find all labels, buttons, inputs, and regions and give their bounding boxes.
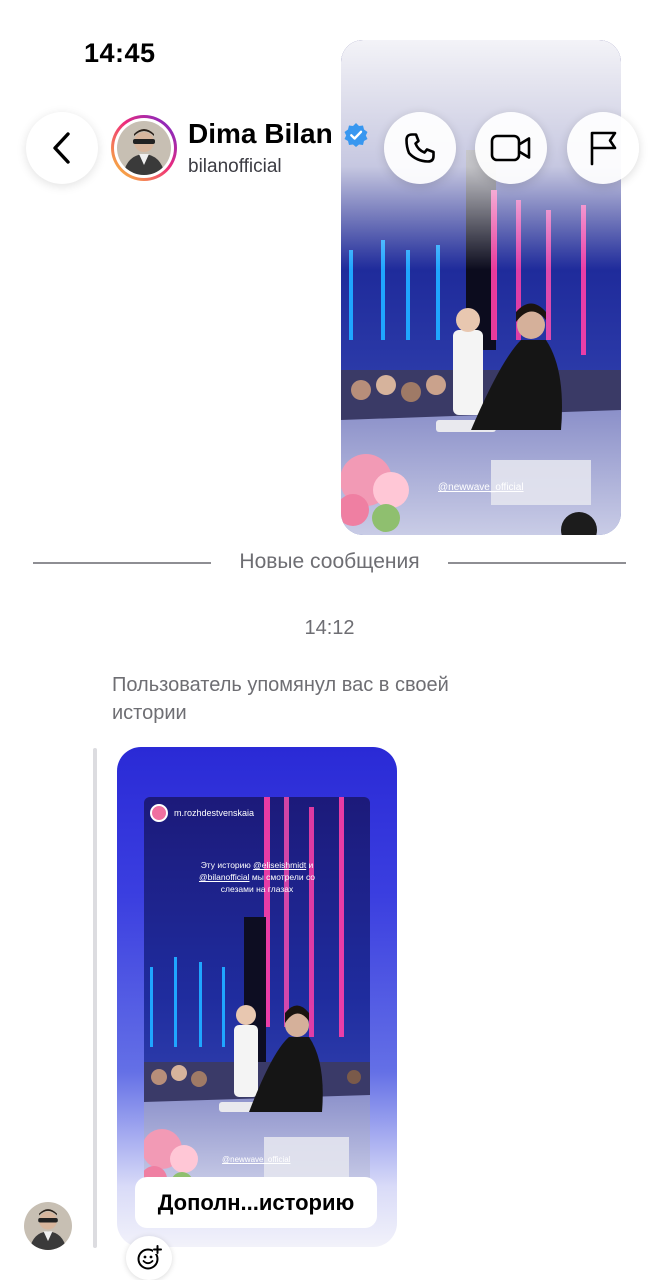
video-call-button[interactable]: [475, 112, 547, 184]
report-button[interactable]: [567, 112, 639, 184]
shared-story-top[interactable]: @newwave_official: [341, 40, 621, 535]
story-author-avatar: [150, 804, 168, 822]
story-location-tag: @newwave_official: [222, 1155, 291, 1164]
audio-call-button[interactable]: [384, 112, 456, 184]
mention-notice: Пользователь упомянул вас в своей истори…: [112, 674, 449, 724]
sender-avatar-photo: [24, 1202, 72, 1250]
sender-avatar[interactable]: [24, 1202, 72, 1250]
story-caption: Эту историю @eliseishmidt и @bilanoffici…: [198, 860, 316, 894]
reply-indicator-bar: [93, 748, 97, 1248]
story-author[interactable]: m.rozhdestvenskaia: [150, 804, 254, 822]
message-timestamp: 14:12: [304, 617, 355, 639]
add-reaction-button[interactable]: [126, 1236, 172, 1280]
verified-badge-icon: [344, 123, 368, 147]
contact-avatar[interactable]: [111, 115, 177, 181]
video-camera-icon: [490, 134, 531, 162]
avatar-photo: [117, 121, 171, 175]
mentioned-story-card[interactable]: m.rozhdestvenskaia Эту историю @eliseish…: [117, 747, 397, 1247]
story-top-tag: @newwave_official: [438, 482, 524, 493]
flag-icon: [590, 131, 617, 166]
back-button[interactable]: [26, 112, 98, 184]
phone-icon: [405, 133, 435, 163]
contact-username: bilanofficial: [188, 156, 282, 177]
story-mention-1: @eliseishmidt: [253, 860, 307, 870]
stage-photo: [144, 797, 370, 1197]
emoji-add-icon: [137, 1245, 162, 1270]
story-author-name: m.rozhdestvenskaia: [174, 808, 255, 818]
status-time: 14:45: [84, 38, 156, 68]
story-mention-2: @bilanofficial: [198, 872, 250, 882]
back-chevron-icon: [53, 132, 70, 164]
divider-line-right: [448, 562, 626, 564]
contact-name[interactable]: Dima Bilan: [188, 118, 333, 150]
story-preview[interactable]: m.rozhdestvenskaia Эту историю @eliseish…: [144, 797, 370, 1197]
view-more-story-button[interactable]: Дополн...историю: [135, 1177, 377, 1228]
